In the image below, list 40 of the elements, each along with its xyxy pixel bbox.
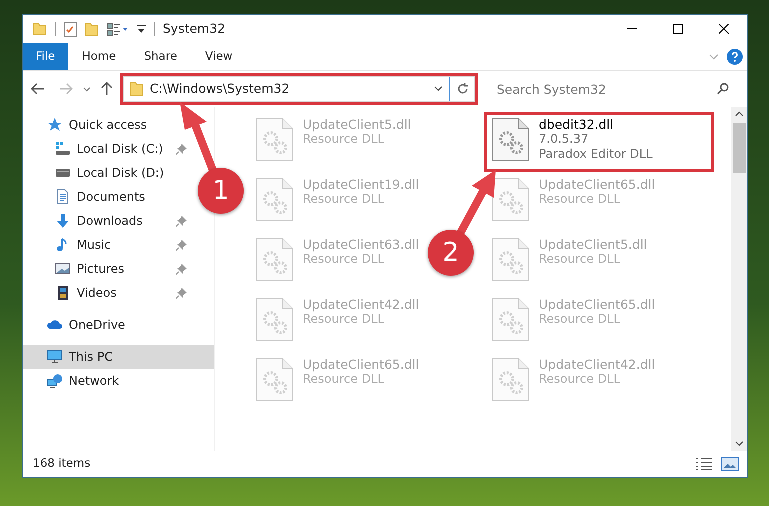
nav-item[interactable]: Downloads — [23, 209, 195, 233]
file-detail: Paradox Editor DLL — [539, 147, 653, 162]
file-detail: Resource DLL — [303, 252, 386, 267]
file-name: UpdateClient42.dll — [303, 297, 420, 312]
address-bar[interactable]: C:\Windows\System32 — [123, 76, 475, 102]
nav-item[interactable]: This PC — [23, 345, 214, 369]
item-count: 168 items — [33, 455, 91, 472]
file-name: UpdateClient65.dll — [303, 357, 420, 372]
file-menu-button[interactable]: File — [23, 43, 68, 70]
ribbon-tab[interactable]: View — [191, 43, 247, 70]
nav-item[interactable]: Local Disk (C:) — [23, 137, 195, 161]
file-detail: Resource DLL — [303, 312, 386, 327]
window-title: System32 — [163, 20, 226, 38]
nav-item[interactable]: Music — [23, 233, 195, 257]
file-detail: Resource DLL — [539, 252, 622, 267]
nav-item[interactable]: Pictures — [23, 257, 195, 281]
file-detail: Resource DLL — [303, 132, 386, 147]
file-detail: Resource DLL — [539, 312, 622, 327]
ribbon-tab[interactable]: Share — [130, 43, 192, 70]
nav-item[interactable]: Local Disk (D:) — [23, 161, 195, 185]
file-name: UpdateClient5.dll — [303, 117, 412, 132]
file-tile[interactable]: dbedit32.dll 7.0.5.37 Paradox Editor DLL — [485, 113, 713, 171]
nav-item[interactable]: Videos — [23, 281, 195, 305]
file-name: UpdateClient65.dll — [539, 297, 656, 312]
ribbon-tab[interactable]: Home — [68, 43, 130, 70]
file-detail: Resource DLL — [539, 372, 622, 387]
file-name: dbedit32.dll — [539, 117, 615, 132]
file-name: UpdateClient65.dll — [539, 177, 656, 192]
nav-item[interactable]: Network — [23, 369, 128, 393]
file-detail: Resource DLL — [303, 192, 386, 207]
nav-item[interactable]: Quick access — [23, 113, 156, 137]
file-detail: 7.0.5.37 — [539, 132, 590, 147]
nav-item[interactable]: OneDrive — [23, 313, 134, 337]
nav-item[interactable]: Documents — [23, 185, 195, 209]
file-detail: Resource DLL — [303, 372, 386, 387]
file-name: UpdateClient42.dll — [539, 357, 656, 372]
file-name: UpdateClient5.dll — [539, 237, 648, 252]
file-detail: Resource DLL — [539, 192, 622, 207]
file-name: UpdateClient19.dll — [303, 177, 420, 192]
file-name: UpdateClient63.dll — [303, 237, 420, 252]
